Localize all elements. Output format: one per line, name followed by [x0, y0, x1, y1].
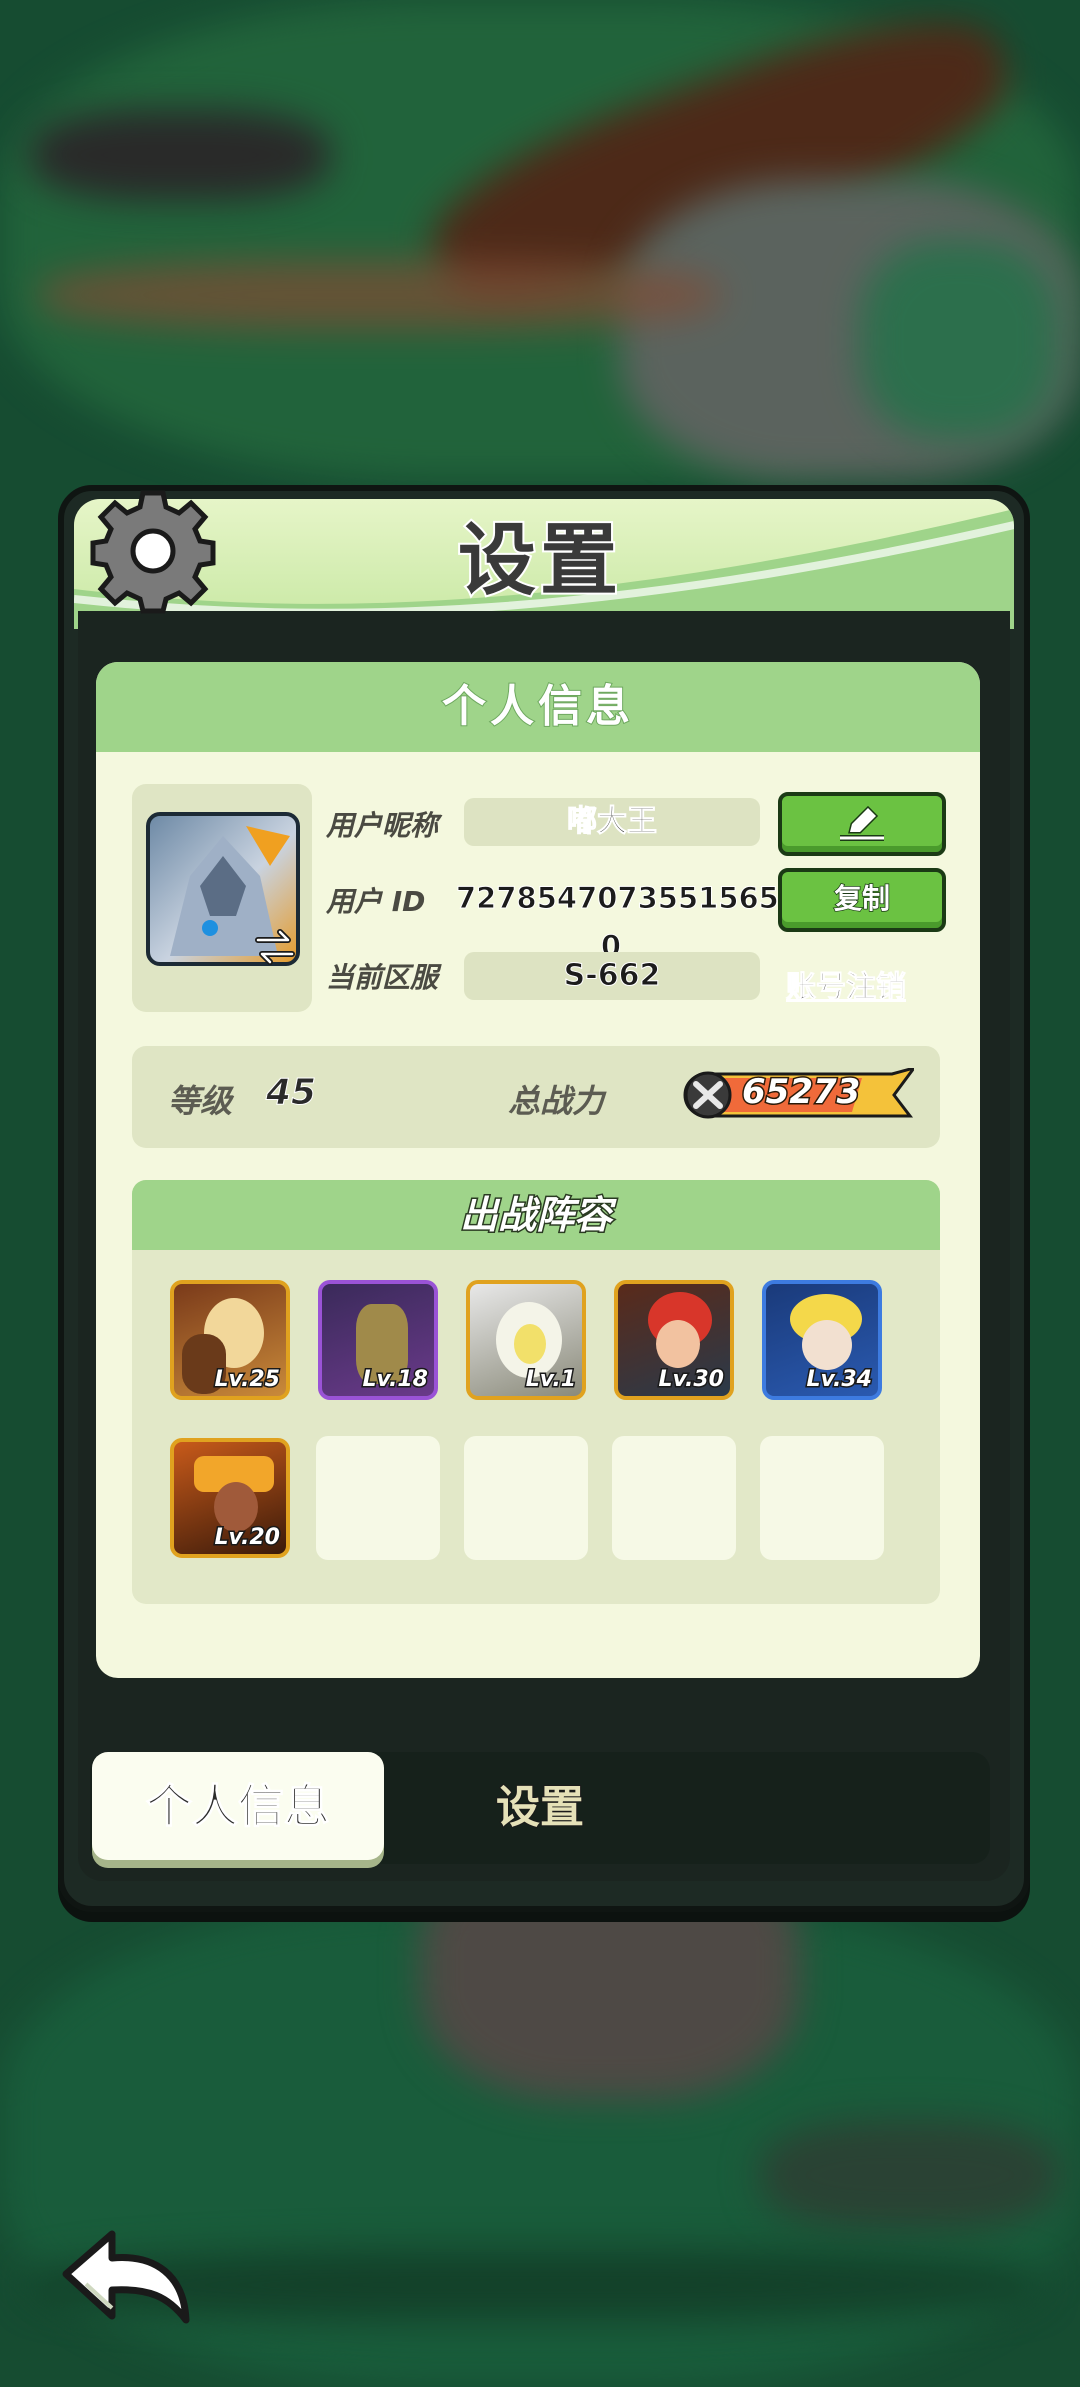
panel-tabs: 个人信息 设置	[90, 1752, 990, 1864]
hero-slot-empty[interactable]	[612, 1436, 736, 1560]
power-badge: 65273	[682, 1065, 918, 1122]
pencil-icon	[840, 805, 884, 841]
power-label: 总战力	[508, 1082, 605, 1120]
nickname-value: 嘟大王	[464, 798, 760, 846]
lineup-title: 出战阵容	[132, 1180, 940, 1250]
tab-settings[interactable]: 设置	[420, 1752, 660, 1864]
hero-level: Lv.25	[213, 1366, 282, 1394]
hero-slot-empty[interactable]	[316, 1436, 440, 1560]
uid-label: 用户 ID	[326, 885, 426, 918]
level-label: 等级	[168, 1082, 233, 1120]
nickname-label: 用户昵称	[326, 809, 439, 842]
hero-slot-empty[interactable]	[464, 1436, 588, 1560]
back-arrow-icon[interactable]	[56, 2224, 196, 2334]
swap-avatar-icon[interactable]	[250, 922, 300, 972]
hero-slot-4[interactable]: Lv.30	[614, 1280, 734, 1400]
panel-title: 设置	[456, 514, 622, 608]
edit-nickname-button[interactable]	[778, 792, 946, 856]
uid-value: 7278547073551565 0	[456, 881, 780, 964]
profile-section-title: 个人信息	[96, 662, 980, 752]
level-value: 45	[265, 1072, 317, 1114]
hero-slot-2[interactable]: Lv.18	[318, 1280, 438, 1400]
hero-level: Lv.18	[361, 1366, 430, 1394]
hero-slot-1[interactable]: Lv.25	[170, 1280, 290, 1400]
server-label: 当前区服	[326, 961, 439, 994]
copy-uid-button[interactable]: 复制	[778, 868, 946, 932]
hero-slot-3[interactable]: Lv.1	[466, 1280, 586, 1400]
battle-lineup: 出战阵容 Lv.25 Lv.18 Lv.1 Lv.30 Lv.34 Lv.20	[132, 1180, 940, 1604]
hero-level: Lv.34	[805, 1366, 874, 1394]
stats-bar: 等级 45 总战力 65273	[132, 1046, 940, 1148]
avatar-frame	[132, 784, 312, 1012]
profile-card: 个人信息 用户昵称 嘟大王 用户 ID 7278547073551565 0 复…	[96, 662, 980, 1678]
delete-account-link[interactable]: 账号注销	[786, 962, 907, 1006]
hero-level: Lv.20	[213, 1524, 282, 1552]
server-value: S-662	[464, 952, 760, 1000]
hero-level: Lv.1	[524, 1366, 577, 1394]
hero-slot-empty[interactable]	[760, 1436, 884, 1560]
hero-slot-5[interactable]: Lv.34	[762, 1280, 882, 1400]
power-value: 65273	[740, 1071, 861, 1114]
hero-level: Lv.30	[657, 1366, 726, 1394]
tab-profile[interactable]: 个人信息	[92, 1752, 384, 1860]
hero-slot-6[interactable]: Lv.20	[170, 1438, 290, 1558]
